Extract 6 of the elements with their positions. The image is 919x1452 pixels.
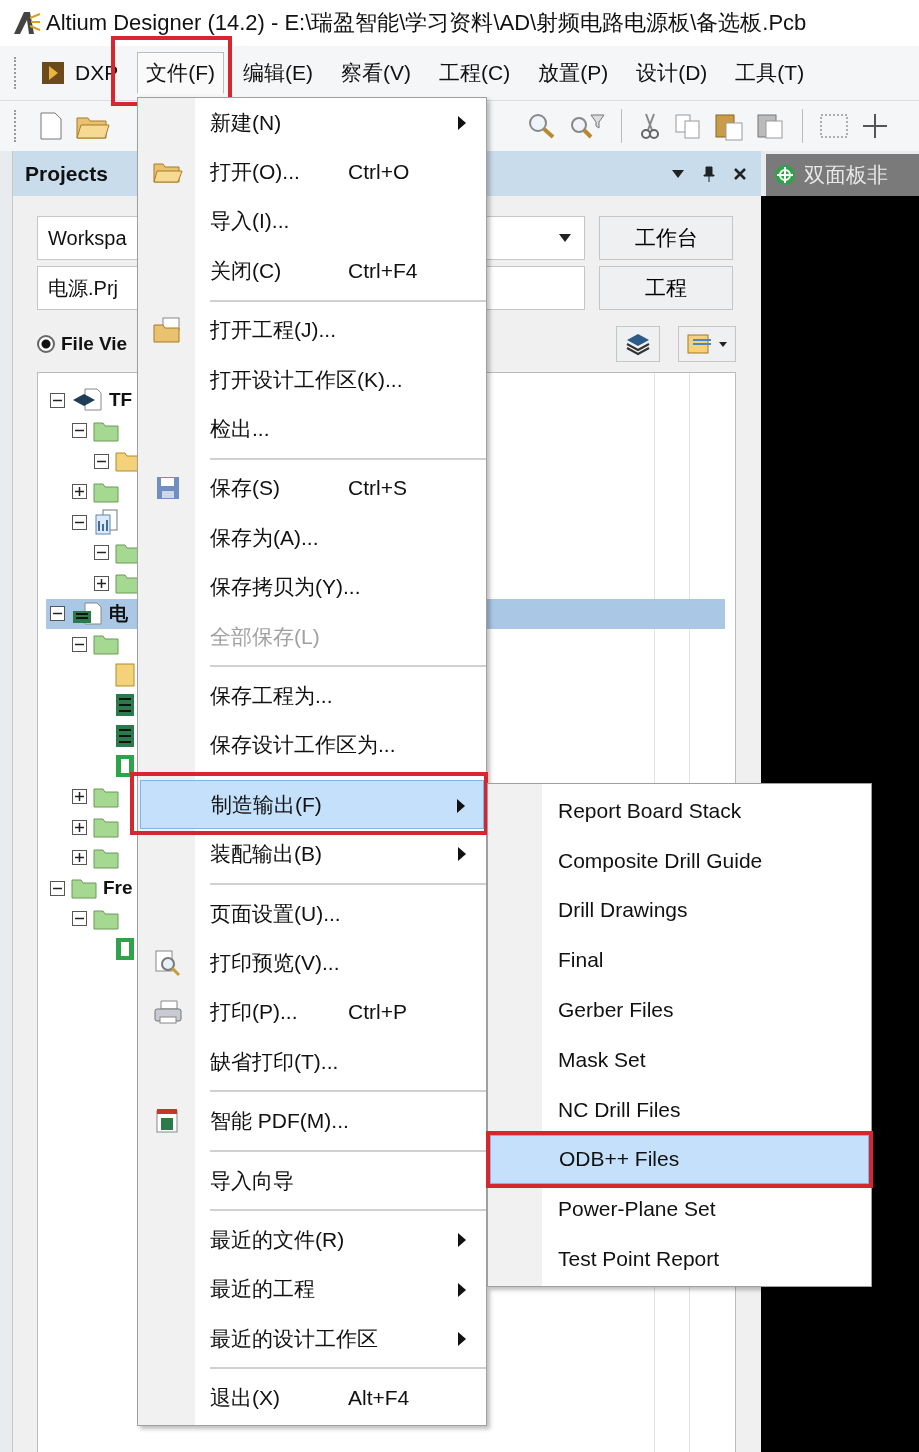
view-option-label: File Vie bbox=[61, 333, 128, 355]
tree-label: TF bbox=[109, 389, 133, 412]
tree-label: Fre bbox=[103, 877, 133, 900]
tree-label: 电 bbox=[109, 601, 128, 626]
window-title: Altium Designer (14.2) - E:\瑞盈智能\学习资料\AD\射频电路电源板\备选板.Pcb bbox=[46, 9, 807, 37]
panel-title: Projects bbox=[25, 161, 108, 186]
